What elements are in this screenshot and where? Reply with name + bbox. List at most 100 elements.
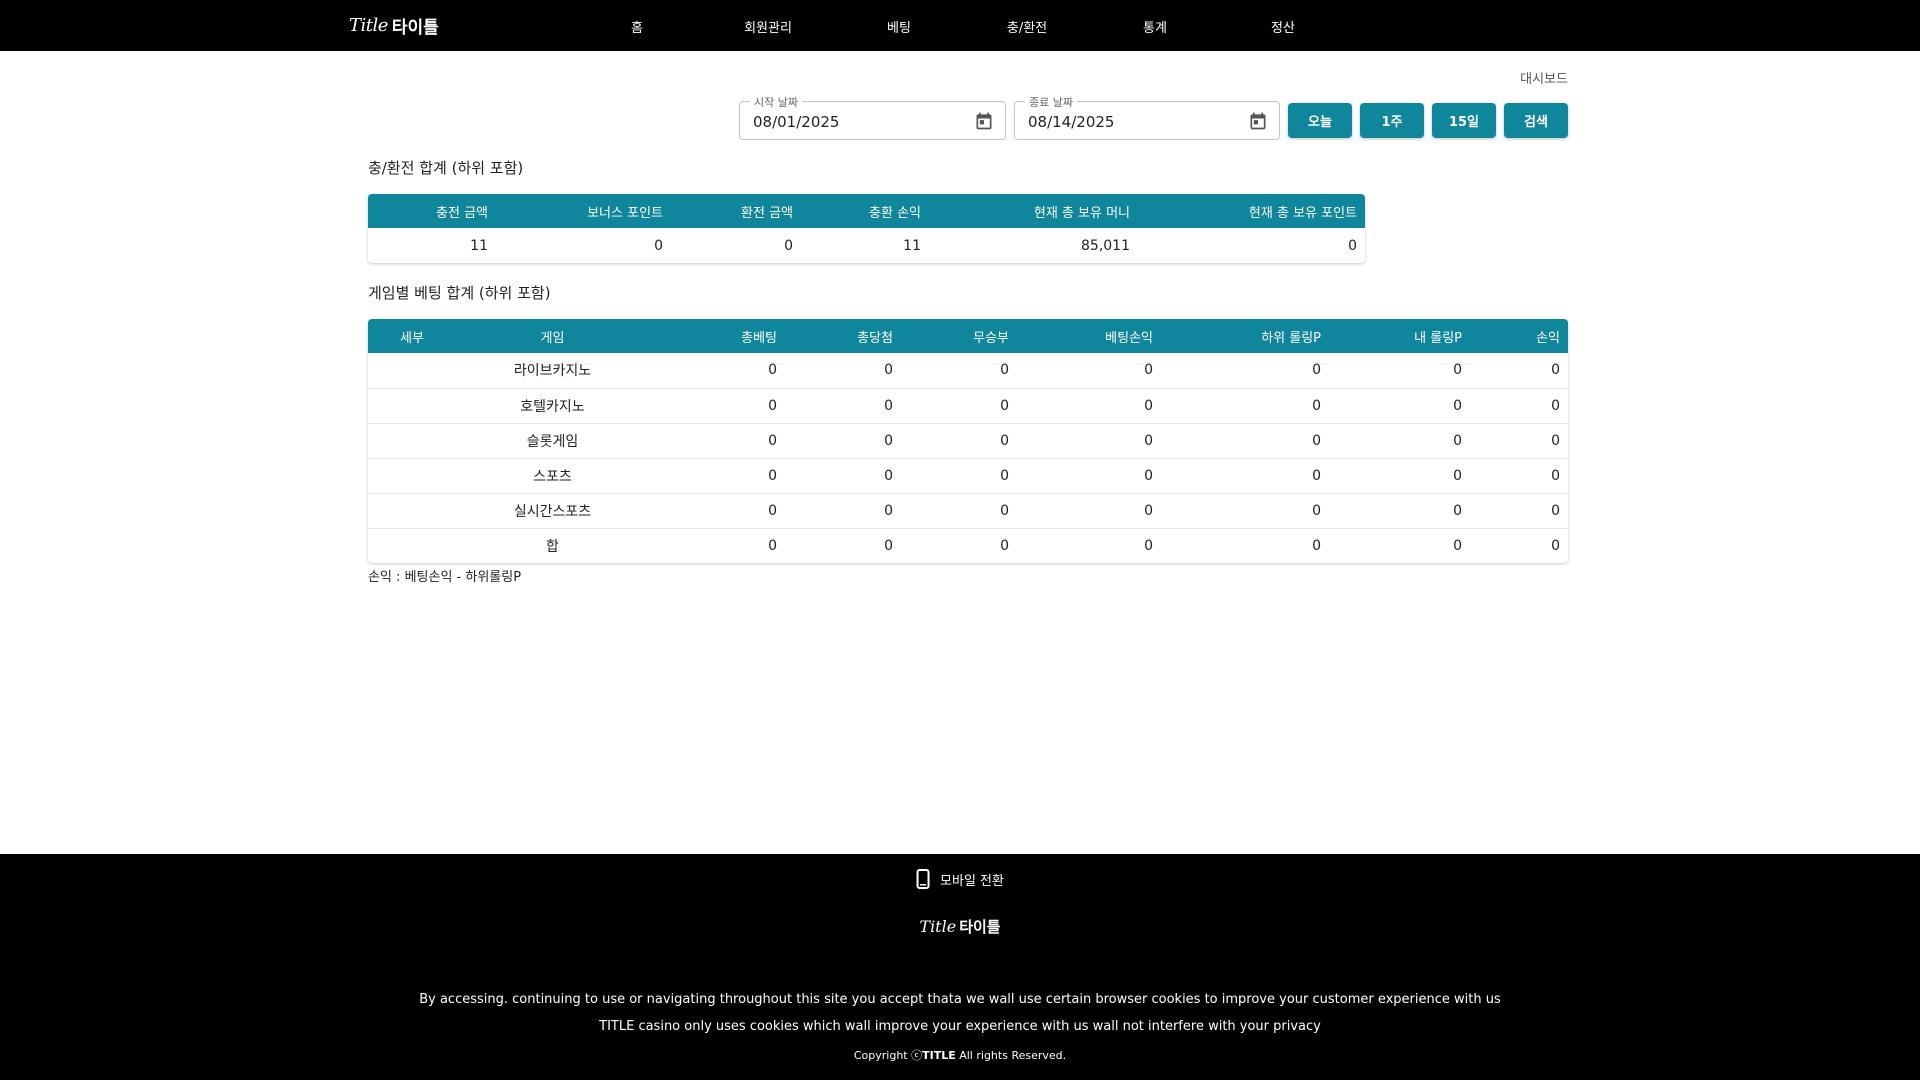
mobile-phone-icon: [916, 869, 930, 889]
total-bet-cell: 0: [649, 527, 785, 563]
calendar-icon[interactable]: [974, 111, 994, 131]
total-money-value: 85,011: [1081, 237, 1130, 254]
calendar-icon[interactable]: [1248, 111, 1268, 131]
end-date-value[interactable]: 08/14/2025: [1028, 113, 1114, 131]
header-withdraw-amount: 환전 금액: [741, 205, 793, 221]
today-button[interactable]: 오늘: [1288, 103, 1352, 138]
sub-rolling-cell: 0: [1161, 387, 1329, 423]
detail-cell: [368, 527, 456, 563]
logo-script-text: Title: [349, 15, 388, 36]
copyright-suffix: All rights Reserved.: [955, 1049, 1067, 1062]
total-win-cell: 0: [785, 387, 901, 423]
end-date-field[interactable]: 종료 날짜 08/14/2025: [1014, 94, 1280, 140]
nav-item-statistics[interactable]: 통계: [1143, 17, 1167, 36]
detail-cell[interactable]: [368, 492, 456, 528]
footer-logo-korean: 타이틀: [959, 918, 1001, 936]
mobile-switch-link[interactable]: 모바일 전환: [916, 869, 1004, 889]
table-header-row: 세부 게임 총베팅 총당첨 무승부 베팅손익 하위 롤링P 내 롤링P 손익: [368, 319, 1568, 353]
bet-profit-cell: 0: [1017, 457, 1161, 493]
total-bet-cell: 0: [649, 492, 785, 528]
draw-cell: 0: [901, 457, 1017, 493]
game-name-cell: 실시간스포츠: [456, 492, 649, 528]
footer-logo-script: Title: [919, 917, 957, 936]
total-win-cell: 0: [785, 527, 901, 563]
header-draw: 무승부: [973, 330, 1009, 346]
header-bonus-points: 보너스 포인트: [587, 205, 663, 221]
draw-cell: 0: [901, 422, 1017, 458]
profit-cell: 0: [1470, 492, 1568, 528]
table-total-row: 합 0 0 0 0 0 0 0: [368, 527, 1568, 563]
copyright-brand: TITLE: [922, 1049, 956, 1062]
game-summary-table: 세부 게임 총베팅 총당첨 무승부 베팅손익 하위 롤링P 내 롤링P 손익 라…: [368, 319, 1568, 563]
game-name-cell: 합: [456, 527, 649, 563]
sub-rolling-cell: 0: [1161, 422, 1329, 458]
game-summary-title: 게임별 베팅 합계 (하위 포함): [368, 284, 551, 302]
fifteen-days-button[interactable]: 15일: [1432, 103, 1496, 138]
header-bet-profit: 베팅손익: [1105, 330, 1153, 346]
exchange-summary-table: 충전 금액 보너스 포인트 환전 금액 충환 손익 현재 총 보유 머니 현재 …: [368, 194, 1365, 263]
bonus-points-value: 0: [654, 237, 663, 254]
profit-cell: 0: [1470, 527, 1568, 563]
cookie-notice-line1: By accessing. continuing to use or navig…: [419, 992, 1501, 1007]
cookie-notice-line2: TITLE casino only uses cookies which wal…: [599, 1019, 1321, 1034]
bet-profit-cell: 0: [1144, 362, 1153, 379]
header-total-win: 총당첨: [857, 330, 893, 346]
table-header-row: 충전 금액 보너스 포인트 환전 금액 충환 손익 현재 총 보유 머니 현재 …: [368, 194, 1365, 228]
total-win-cell: 0: [785, 492, 901, 528]
header-total-points: 현재 총 보유 포인트: [1248, 205, 1357, 221]
end-date-label: 종료 날짜: [1025, 94, 1077, 110]
table-row: 실시간스포츠 0 0 0 0 0 0 0: [368, 492, 1568, 528]
one-week-button[interactable]: 1주: [1360, 103, 1424, 138]
table-row: 11 0 0 11 85,011 0: [368, 228, 1365, 263]
table-row: 스포츠 0 0 0 0 0 0 0: [368, 457, 1568, 493]
header-total-bet: 총베팅: [741, 330, 777, 346]
withdraw-amount-value: 0: [784, 237, 793, 254]
detail-cell[interactable]: [368, 457, 456, 493]
profit-cell: 0: [1470, 422, 1568, 458]
nav-item-exchange[interactable]: 충/환전: [1007, 17, 1047, 36]
nav-item-members[interactable]: 회원관리: [744, 17, 792, 36]
total-win-cell: 0: [785, 422, 901, 458]
profit-cell: 0: [1470, 387, 1568, 423]
my-rolling-cell: 0: [1329, 457, 1470, 493]
nav-item-betting[interactable]: 베팅: [887, 17, 911, 36]
total-points-value: 0: [1348, 237, 1357, 254]
sub-rolling-cell: 0: [1312, 362, 1321, 379]
total-bet-cell: 0: [649, 387, 785, 423]
draw-cell: 0: [901, 492, 1017, 528]
exchange-profit-value: 11: [903, 237, 921, 254]
sub-rolling-cell: 0: [1161, 492, 1329, 528]
nav-item-settlement[interactable]: 정산: [1271, 17, 1295, 36]
draw-cell: 0: [1000, 362, 1009, 379]
total-win-cell: 0: [884, 362, 893, 379]
header-sub-rolling: 하위 롤링P: [1261, 330, 1321, 346]
site-logo[interactable]: Title 타이틀: [349, 13, 439, 38]
my-rolling-cell: 0: [1453, 362, 1462, 379]
detail-cell[interactable]: [368, 353, 456, 388]
sub-rolling-cell: 0: [1161, 457, 1329, 493]
detail-cell[interactable]: [368, 422, 456, 458]
mobile-switch-label: 모바일 전환: [940, 873, 1004, 889]
my-rolling-cell: 0: [1329, 492, 1470, 528]
header-game: 게임: [540, 330, 565, 346]
header-exchange-profit: 충환 손익: [869, 205, 921, 221]
profit-formula-note: 손익 : 베팅손익 - 하위롤링P: [368, 570, 522, 585]
start-date-value[interactable]: 08/01/2025: [753, 113, 839, 131]
header-charge-amount: 충전 금액: [436, 205, 488, 221]
nav-item-home[interactable]: 홈: [631, 17, 643, 36]
copyright-text: Copyright ⓒTITLE All rights Reserved.: [0, 1047, 1920, 1063]
bet-profit-cell: 0: [1017, 422, 1161, 458]
my-rolling-cell: 0: [1329, 422, 1470, 458]
detail-cell[interactable]: [368, 387, 456, 423]
breadcrumb: 대시보드: [1520, 72, 1568, 87]
bet-profit-cell: 0: [1017, 527, 1161, 563]
top-navigation-bar: Title 타이틀 홈 회원관리 베팅 충/환전 통계 정산: [0, 0, 1920, 51]
game-name-cell: 슬롯게임: [456, 422, 649, 458]
game-name-cell: 호텔카지노: [456, 387, 649, 423]
table-row: 호텔카지노 0 0 0 0 0 0 0: [368, 387, 1568, 423]
start-date-field[interactable]: 시작 날짜 08/01/2025: [739, 94, 1006, 140]
draw-cell: 0: [901, 527, 1017, 563]
total-win-cell: 0: [785, 457, 901, 493]
game-name-cell: 라이브카지노: [513, 363, 592, 380]
search-button[interactable]: 검색: [1504, 103, 1568, 138]
